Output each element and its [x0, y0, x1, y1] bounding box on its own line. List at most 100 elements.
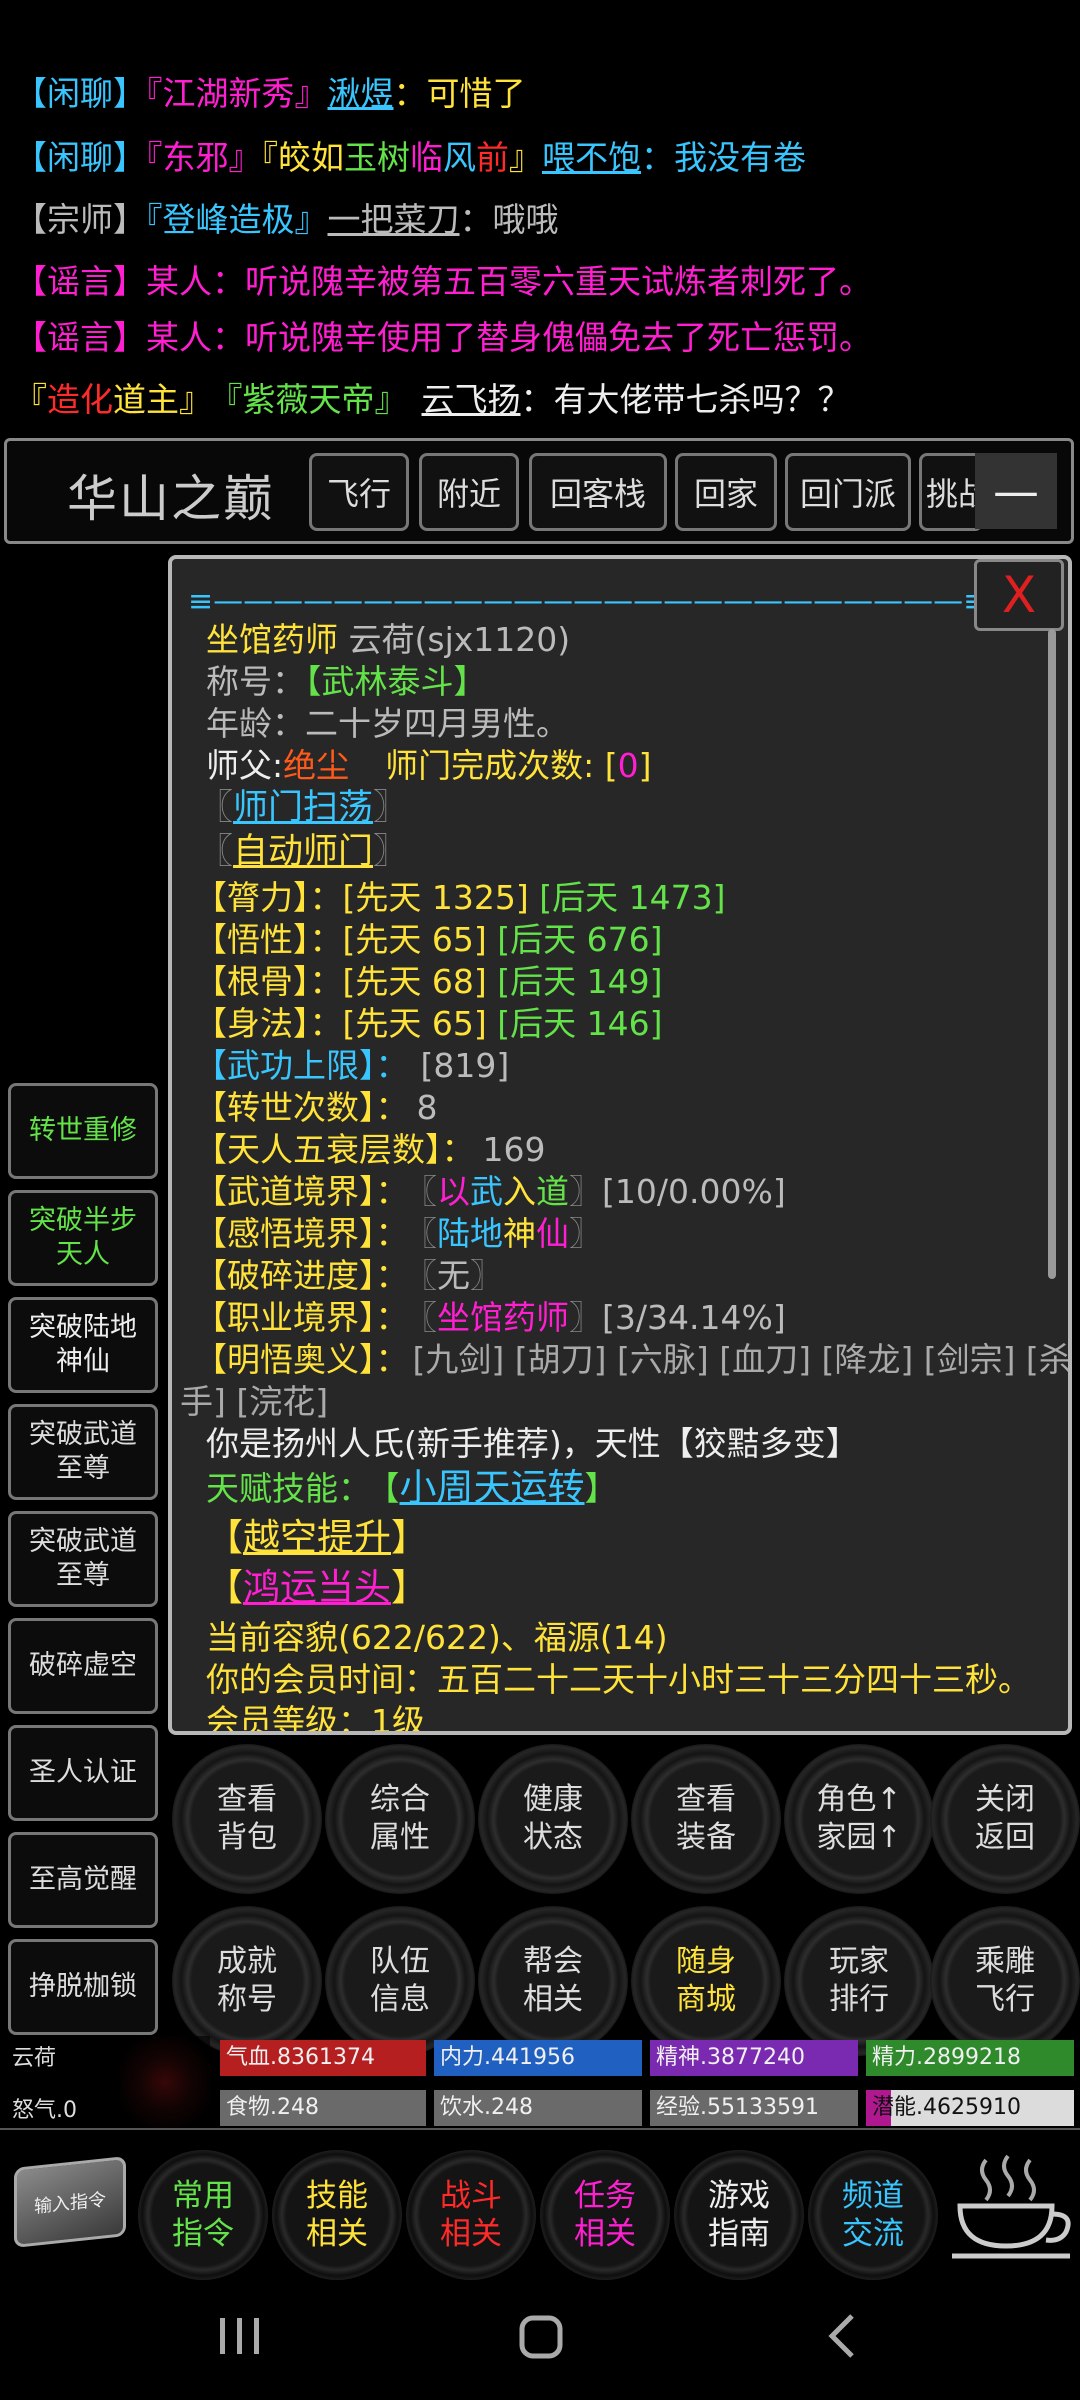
exp-bar: 经验.55133591 — [650, 2090, 858, 2126]
sidebar-reborn-button[interactable]: 转世重修 — [8, 1083, 158, 1179]
chat-message: ：哦哦 — [459, 200, 559, 239]
minimize-button[interactable]: — — [975, 453, 1057, 529]
shop-button[interactable]: 随身 商城 — [631, 1906, 781, 2056]
stat-innate: [先天 65] — [342, 1004, 487, 1043]
chat-player-name[interactable]: 喂不饱 — [542, 138, 641, 177]
recent-apps-icon[interactable] — [218, 2316, 262, 2360]
nav-game-guide[interactable]: 游戏 指南 — [674, 2150, 804, 2280]
sidebar-breakthrough-half-step-button[interactable]: 突破半步 天人 — [8, 1190, 158, 1286]
stat-sep: ： — [309, 1004, 343, 1043]
chat-title: 『登峰造极』 — [146, 200, 328, 239]
command-input-button[interactable]: 输入指令 — [14, 2156, 126, 2248]
command-input-label: 输入指令 — [34, 2189, 106, 2218]
location-title: 华山之巅 — [67, 470, 275, 528]
chat-message: 某人：听说隗辛使用了替身傀儡免去了死亡惩罚。 — [146, 318, 872, 357]
sidebar-break-shackles-button[interactable]: 挣脱枷锁 — [8, 1939, 158, 2035]
nav-channel-chat[interactable]: 频道 交流 — [808, 2150, 938, 2280]
nearby-button[interactable]: 附近 — [419, 453, 519, 531]
label: 天赋技能： — [206, 1469, 371, 1508]
label: 【感悟境界】： — [194, 1214, 409, 1253]
label: 【职业境界】： — [194, 1298, 409, 1337]
ranking-button[interactable]: 玩家 排行 — [784, 1906, 934, 2056]
sidebar-breakthrough-supreme-button-2[interactable]: 突破武道 至尊 — [8, 1511, 158, 1607]
go-home-button[interactable]: 回家 — [675, 453, 777, 531]
chat-player-name[interactable]: 湫煜 — [328, 74, 394, 113]
nav-skills[interactable]: 技能 相关 — [272, 2150, 402, 2280]
vip-level-text: 会员等级：1级 — [206, 1702, 425, 1735]
chat-title: 『紫薇天帝』 — [226, 380, 408, 419]
nav-quests[interactable]: 任务 相关 — [540, 2150, 670, 2280]
label: 【武道境界】： — [194, 1172, 409, 1211]
talent-skill-link[interactable]: 小周天运转 — [400, 1466, 585, 1509]
health-status-button[interactable]: 健康 状态 — [478, 1744, 628, 1894]
challenge-button[interactable]: 挑战 — [919, 453, 983, 531]
stat-sep: ： — [309, 962, 343, 1001]
nav-common-commands[interactable]: 常用 指令 — [138, 2150, 268, 2280]
auto-sect-link[interactable]: 自动师门 — [233, 832, 373, 872]
sect-sweep-link[interactable]: 师门扫荡 — [233, 788, 373, 828]
view-equipment-button[interactable]: 查看 装备 — [631, 1744, 781, 1894]
chat-player-name[interactable]: 云飞扬 — [422, 380, 521, 419]
home-icon[interactable] — [518, 2314, 564, 2364]
chat-line: 【宗师】『登峰造极』一把菜刀：哦哦 — [14, 196, 559, 244]
char-header: 坐馆药师 云荷(sjx1120) — [206, 619, 570, 661]
skill-row: 【越空提升】 — [206, 1516, 428, 1559]
chat-line: 【谣言】某人：听说隗辛被第五百零六重天试炼者刺死了。 — [14, 258, 872, 306]
return-sect-button[interactable]: 回门派 — [785, 453, 911, 531]
stat-innate: [先天 65] — [342, 920, 487, 959]
sidebar-awakening-button[interactable]: 至高觉醒 — [8, 1832, 158, 1928]
chat-title-part: 临 — [410, 138, 443, 177]
potential-bar: 潜能.4625910 — [866, 2090, 1074, 2126]
char-profession: 坐馆药师 — [206, 620, 338, 659]
scrollbar[interactable] — [1048, 629, 1056, 1279]
chat-message: ：我没有卷 — [641, 138, 806, 177]
char-title-row: 称号：【武林泰斗】 — [206, 661, 487, 703]
label: 【转世次数】： — [194, 1088, 409, 1127]
ganwu-part: 陆地 — [437, 1214, 503, 1253]
fly-button[interactable]: 飞行 — [309, 453, 409, 531]
close-button[interactable]: X — [974, 559, 1064, 631]
chat-channel: 【宗师】 — [14, 200, 146, 239]
wudao-progress: [10/0.00%] — [602, 1172, 786, 1211]
nav-combat[interactable]: 战斗 相关 — [406, 2150, 536, 2280]
bracket: 【 — [383, 1469, 400, 1508]
stat-label: 【悟性】 — [194, 920, 310, 959]
chat-title-part: 造化 — [47, 380, 113, 419]
stat-label: 【身法】 — [194, 1004, 310, 1043]
chat-title-part: 』 — [509, 138, 542, 177]
stat-innate: [先天 68] — [342, 962, 487, 1001]
sidebar-breakthrough-land-immortal-button[interactable]: 突破陆地 神仙 — [8, 1297, 158, 1393]
skill-link-yuekong[interactable]: 越空提升 — [243, 1516, 391, 1559]
appearance-text: 当前容貌(622/622)、福源(14) — [206, 1618, 668, 1657]
chat-title-part: 风 — [443, 138, 476, 177]
return-inn-button[interactable]: 回客栈 — [529, 453, 667, 531]
attributes-button[interactable]: 综合 属性 — [325, 1744, 475, 1894]
back-icon[interactable] — [824, 2312, 858, 2364]
view-bag-button[interactable]: 查看 背包 — [172, 1744, 322, 1894]
auto-sect-row: 〖自动师门〗 — [198, 832, 409, 872]
close-return-button[interactable]: 关闭 返回 — [930, 1744, 1080, 1894]
eagle-fly-button[interactable]: 乘雕 飞行 — [930, 1906, 1080, 2056]
chat-player-name[interactable]: 一把菜刀 — [328, 200, 460, 239]
sidebar-saint-cert-button[interactable]: 圣人认证 — [8, 1725, 158, 1821]
stat-acquired: [后天 146] — [497, 1004, 663, 1043]
hp-bar: 气血.8361374 — [220, 2040, 426, 2076]
energy-bar: 精力.2899218 — [866, 2040, 1074, 2076]
chat-title-part: 前 — [476, 138, 509, 177]
achievements-button[interactable]: 成就 称号 — [172, 1906, 322, 2056]
tea-cup-icon[interactable] — [946, 2140, 1076, 2270]
career-value: 坐馆药师 — [437, 1298, 569, 1337]
posui-row: 【破碎进度】： 〖无〗 — [194, 1256, 503, 1295]
stat-row: 【根骨】：[先天 68] [后天 149] — [194, 961, 662, 1003]
mp-bar: 内力.441956 — [434, 2040, 642, 2076]
role-home-button[interactable]: 角色↑ 家园↑ — [784, 1744, 934, 1894]
sect-sweep-row: 〖师门扫荡〗 — [198, 788, 409, 828]
guild-button[interactable]: 帮会 相关 — [478, 1906, 628, 2056]
label: 【破碎进度】： — [194, 1256, 409, 1295]
stat-label: 【根骨】 — [194, 962, 310, 1001]
wudao-part: 武 — [470, 1172, 503, 1211]
sidebar-shatter-void-button[interactable]: 破碎虚空 — [8, 1618, 158, 1714]
skill-link-hongyun[interactable]: 鸿运当头 — [243, 1566, 391, 1609]
sidebar-breakthrough-supreme-button[interactable]: 突破武道 至尊 — [8, 1404, 158, 1500]
team-info-button[interactable]: 队伍 信息 — [325, 1906, 475, 2056]
